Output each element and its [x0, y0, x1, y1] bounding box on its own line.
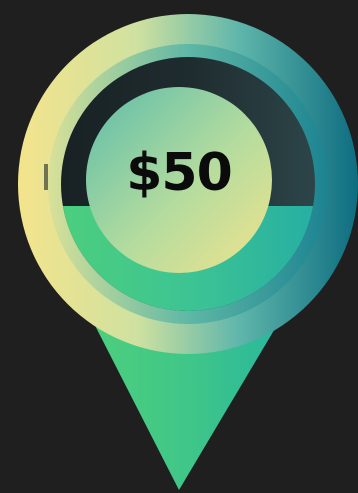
map-pin-graphic: $50	[0, 0, 358, 493]
price-label: $50	[126, 143, 232, 203]
map-pin-svg: $50	[18, 14, 358, 490]
